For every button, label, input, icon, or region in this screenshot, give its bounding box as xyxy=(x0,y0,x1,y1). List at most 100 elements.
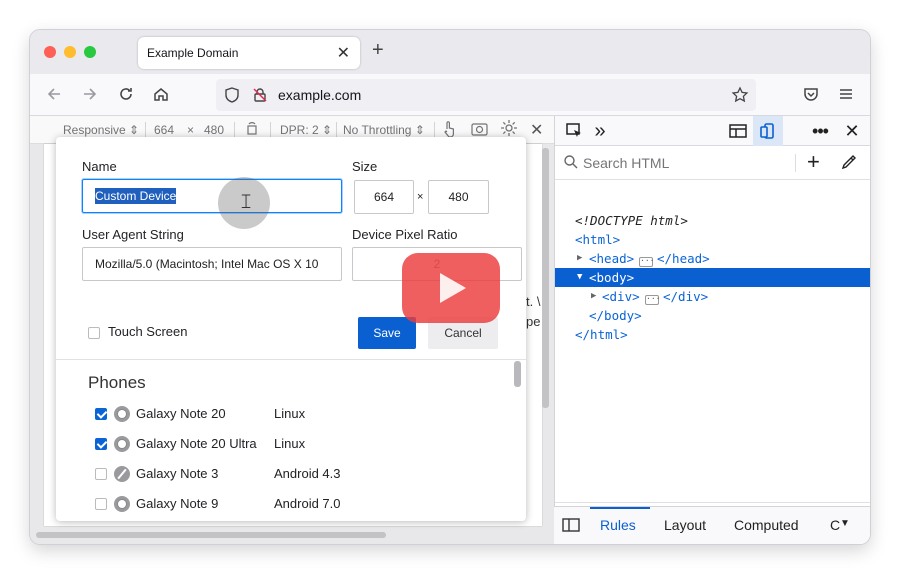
dimension-times: × xyxy=(187,123,195,137)
device-os: Linux xyxy=(274,406,306,421)
window-maximize-button[interactable] xyxy=(84,46,96,58)
pocket-icon[interactable] xyxy=(799,82,823,106)
tree-node-div[interactable]: ▶ <div> ··· </div> xyxy=(555,287,870,306)
chevron-updown-icon: ⇕ xyxy=(414,123,425,137)
ellipsis-icon[interactable]: ··· xyxy=(639,253,654,268)
expand-triangle-icon[interactable]: ▶ xyxy=(591,291,596,301)
tree-node-html[interactable]: <html> xyxy=(555,230,870,249)
chrome-icon xyxy=(114,406,130,422)
device-row-galaxy-note-20-ultra[interactable]: Galaxy Note 20 Ultra Linux xyxy=(94,435,494,455)
dpr-label: DPR: 2 xyxy=(280,123,319,137)
device-checkbox[interactable] xyxy=(95,438,107,450)
size-height-input[interactable]: 480 xyxy=(428,180,489,214)
viewport-width-input[interactable]: 664 xyxy=(154,123,174,137)
device-list-scrollbar[interactable] xyxy=(514,361,521,387)
tree-node-html-close[interactable]: </html> xyxy=(555,325,870,344)
device-checkbox[interactable] xyxy=(95,468,107,480)
tree-node-doctype[interactable]: <!DOCTYPE html> xyxy=(555,211,870,230)
tab-changes[interactable]: C xyxy=(830,517,840,533)
viewport-height-input[interactable]: 480 xyxy=(204,123,224,137)
search-html-input[interactable] xyxy=(583,155,783,171)
close-rdm-icon[interactable]: ✕ xyxy=(530,120,543,140)
doctype-text: <!DOCTYPE html> xyxy=(575,213,688,228)
head-open-tag: <head> xyxy=(589,251,635,266)
insecure-lock-icon[interactable] xyxy=(248,83,272,107)
window-minimize-button[interactable] xyxy=(64,46,76,58)
shield-icon[interactable] xyxy=(220,83,244,107)
viewport-vertical-scrollbar[interactable] xyxy=(542,148,549,408)
tab-rules[interactable]: Rules xyxy=(600,517,636,533)
tab-example-domain[interactable]: Example Domain ✕ xyxy=(138,37,360,69)
save-button[interactable]: Save xyxy=(358,317,416,349)
tree-node-body[interactable]: ▼ <body> xyxy=(555,268,870,287)
collapse-triangle-icon[interactable]: ▼ xyxy=(577,272,582,282)
reload-icon[interactable] xyxy=(114,82,138,106)
dpr-selector[interactable]: DPR: 2 ⇕ xyxy=(280,123,332,137)
user-agent-label: User Agent String xyxy=(82,227,184,242)
chevron-updown-icon: ⇕ xyxy=(322,123,333,137)
element-picker-icon[interactable] xyxy=(563,120,585,142)
html-open-tag: <html> xyxy=(575,232,621,247)
home-icon[interactable] xyxy=(149,82,173,106)
throttling-selector[interactable]: No Throttling ⇕ xyxy=(343,123,425,137)
url-bar[interactable]: example.com xyxy=(216,79,756,111)
close-devtools-icon[interactable]: ✕ xyxy=(841,120,863,142)
tab-layout[interactable]: Layout xyxy=(664,517,706,533)
touch-screen-checkbox[interactable] xyxy=(88,327,100,339)
divider xyxy=(145,122,146,138)
tabs-overflow-chevron-icon[interactable]: ▼ xyxy=(840,518,850,529)
device-row-galaxy-note-9[interactable]: Galaxy Note 9 Android 7.0 xyxy=(94,495,494,515)
url-text: example.com xyxy=(278,87,362,103)
device-row-galaxy-note-3[interactable]: Galaxy Note 3 Android 4.3 xyxy=(94,465,494,485)
window-close-button[interactable] xyxy=(44,46,56,58)
add-node-icon[interactable]: + xyxy=(807,149,820,175)
devtools-panel: » ••• ✕ + <!DOCTYPE html> <html> xyxy=(554,116,870,544)
toggle-sidebar-icon[interactable] xyxy=(562,517,580,536)
meatball-menu-icon[interactable]: ••• xyxy=(809,120,831,142)
size-label: Size xyxy=(352,159,378,174)
device-selector[interactable]: Responsive ⇕ xyxy=(63,123,139,137)
expand-triangle-icon[interactable]: ▶ xyxy=(577,253,582,263)
active-tab-indicator xyxy=(590,507,650,509)
tree-node-head[interactable]: ▶ <head> ··· </head> xyxy=(555,249,870,268)
tab-computed[interactable]: Computed xyxy=(734,517,799,533)
device-name-value: Custom Device xyxy=(95,188,177,204)
ellipsis-icon[interactable]: ··· xyxy=(645,291,660,306)
device-name-input[interactable]: Custom Device xyxy=(82,179,342,213)
eyedropper-icon[interactable] xyxy=(841,154,857,175)
body-close-tag: </body> xyxy=(589,308,642,323)
more-tools-chevron-icon[interactable]: » xyxy=(589,120,611,142)
search-icon xyxy=(563,154,579,175)
viewport-horizontal-scrollbar[interactable] xyxy=(36,532,386,538)
video-play-overlay[interactable] xyxy=(402,253,500,323)
tree-node-body-close[interactable]: </body> xyxy=(555,306,870,325)
user-agent-input[interactable]: Mozilla/5.0 (Macintosh; Intel Mac OS X 1… xyxy=(82,247,342,281)
new-tab-icon[interactable]: + xyxy=(372,39,384,62)
touch-screen-label: Touch Screen xyxy=(108,324,188,339)
back-icon[interactable] xyxy=(42,82,66,106)
page-text-fragment: t. \ xyxy=(526,294,541,309)
divider xyxy=(270,122,271,138)
name-label: Name xyxy=(82,159,117,174)
tab-title: Example Domain xyxy=(147,46,239,60)
device-checkbox[interactable] xyxy=(95,498,107,510)
forward-icon[interactable] xyxy=(78,82,102,106)
html-search-bar: + xyxy=(555,146,870,180)
device-name: Galaxy Note 9 xyxy=(136,496,219,511)
menu-icon[interactable] xyxy=(834,82,858,106)
rules-tab-bar: Rules Layout Computed C ▼ xyxy=(554,506,870,544)
page-text-fragment: pe xyxy=(526,314,541,329)
nav-bar: example.com xyxy=(30,74,870,116)
divider xyxy=(336,122,337,138)
size-width-input[interactable]: 664 xyxy=(354,180,414,214)
dock-options-icon[interactable] xyxy=(727,120,749,142)
responsive-mode-icon[interactable] xyxy=(753,116,783,146)
device-name: Galaxy Note 3 xyxy=(136,466,219,481)
div-close-tag: </div> xyxy=(663,289,709,304)
device-checkbox[interactable] xyxy=(95,408,107,420)
device-row-galaxy-note-20[interactable]: Galaxy Note 20 Linux xyxy=(94,405,494,425)
tab-close-icon[interactable]: ✕ xyxy=(337,43,350,63)
tab-bar: Example Domain ✕ + xyxy=(30,30,870,74)
bookmark-star-icon[interactable] xyxy=(728,83,752,107)
browser-window: Example Domain ✕ + example.com Responsiv… xyxy=(30,30,870,544)
